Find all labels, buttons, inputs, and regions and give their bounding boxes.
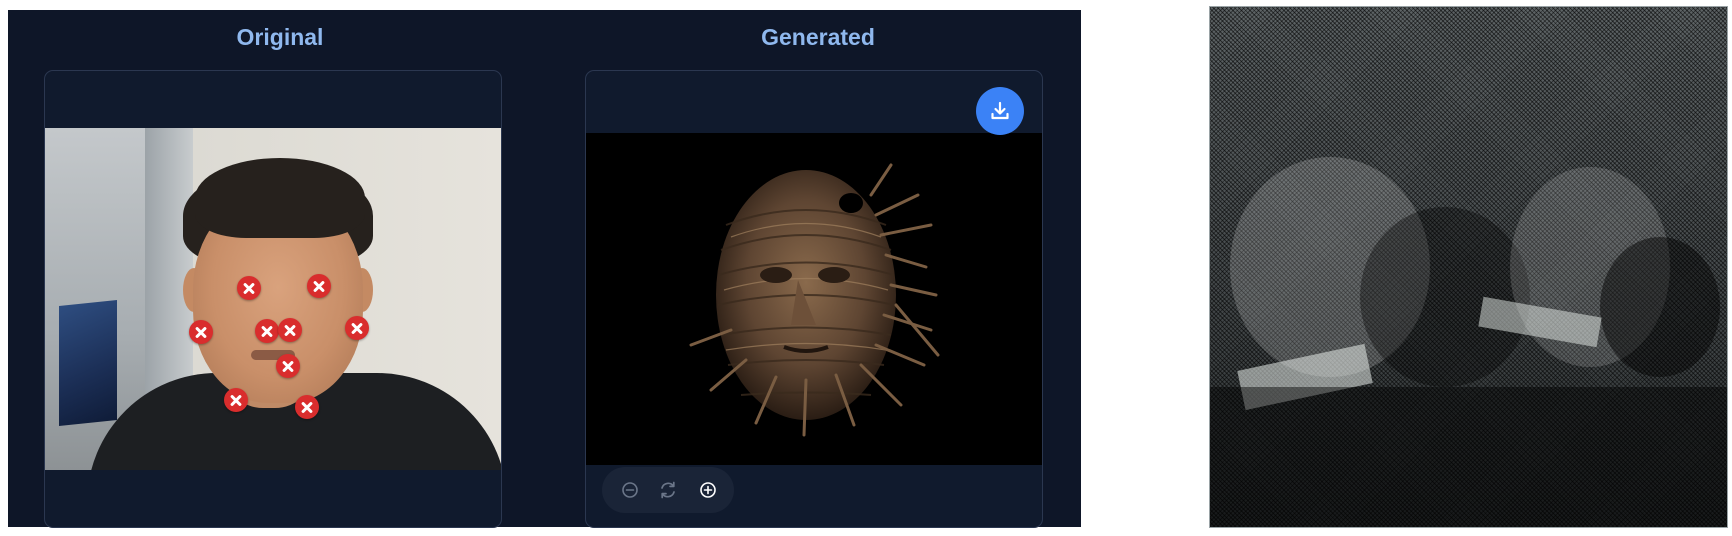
zoom-out-icon	[622, 482, 638, 498]
landmark-remove-button[interactable]	[278, 318, 302, 342]
landmark-remove-button[interactable]	[255, 319, 279, 343]
rope-face-sculpture	[689, 163, 940, 437]
original-title: Original	[236, 24, 324, 50]
download-icon	[991, 101, 1009, 120]
download-button[interactable]	[976, 87, 1024, 135]
landmark-remove-button[interactable]	[237, 276, 261, 300]
halftone-photo	[1209, 6, 1728, 528]
zoom-out-button[interactable]	[616, 476, 644, 504]
generated-title: Generated	[761, 24, 875, 50]
landmark-remove-button[interactable]	[189, 320, 213, 344]
reset-icon	[661, 481, 675, 499]
zoom-controls	[602, 467, 734, 513]
wall-painting	[59, 299, 117, 427]
landmark-remove-button[interactable]	[345, 316, 369, 340]
landmark-remove-button[interactable]	[224, 388, 248, 412]
generated-image	[586, 133, 1042, 465]
comparison-panel: Original Generated	[8, 10, 1081, 528]
zoom-in-icon	[700, 482, 716, 498]
original-card	[44, 70, 502, 528]
reset-zoom-button[interactable]	[654, 476, 682, 504]
original-photo	[45, 128, 501, 470]
landmark-remove-button[interactable]	[295, 395, 319, 419]
generated-card	[585, 70, 1043, 528]
landmark-remove-button[interactable]	[307, 274, 331, 298]
landmark-remove-button[interactable]	[276, 354, 300, 378]
zoom-in-button[interactable]	[694, 476, 722, 504]
